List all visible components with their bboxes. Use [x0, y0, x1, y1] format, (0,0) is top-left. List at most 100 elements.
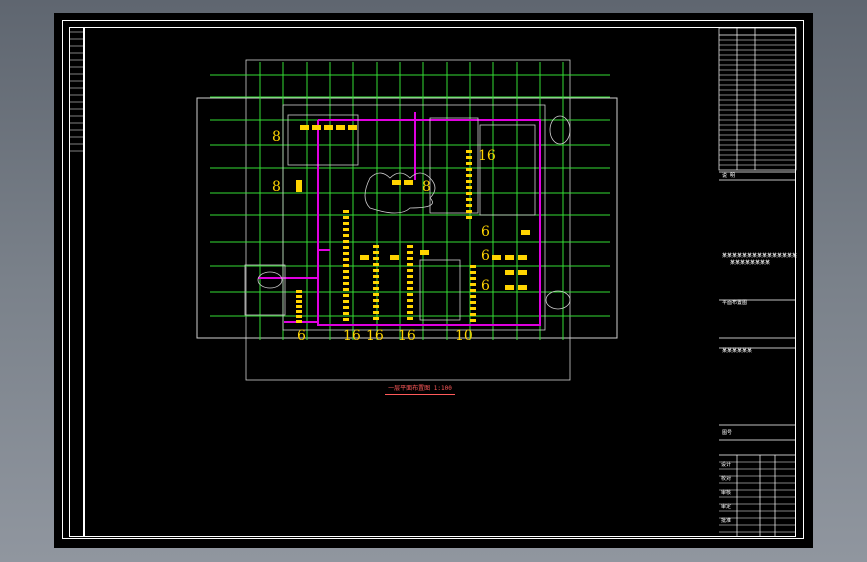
- fixture: [466, 180, 472, 183]
- fixture: [407, 287, 413, 290]
- signature-row-label: 设计: [721, 461, 731, 468]
- fixture: [466, 150, 472, 153]
- fixture: [373, 263, 379, 266]
- fixture: [466, 186, 472, 189]
- fixture: [312, 125, 321, 130]
- fixture: [373, 287, 379, 290]
- zone-number: 16: [478, 148, 496, 164]
- left-strip-row-lines: [69, 31, 84, 152]
- fixture: [373, 275, 379, 278]
- title-block-row-lines: [719, 39, 796, 533]
- fixture: [336, 125, 345, 130]
- fixture: [518, 285, 527, 290]
- fixture: [407, 317, 413, 320]
- notes-heading: 说 明: [722, 172, 735, 179]
- fixture: [296, 300, 302, 303]
- column-grid: [210, 62, 610, 340]
- fixture: [343, 252, 349, 255]
- fixture: [343, 216, 349, 219]
- fixture: [343, 258, 349, 261]
- fixture: [343, 300, 349, 303]
- signature-rows: 设计 校对 审核 审定 批准: [721, 461, 731, 524]
- fixture: [407, 263, 413, 266]
- fixture: [407, 305, 413, 308]
- fixture: [343, 294, 349, 297]
- zone-number: 10: [455, 328, 473, 344]
- drawing-number: 某某某某某某: [722, 348, 752, 354]
- fixture: [466, 204, 472, 207]
- fixture: [343, 210, 349, 213]
- fixture: [296, 320, 302, 323]
- fixture: [466, 216, 472, 219]
- fixture: [407, 281, 413, 284]
- fixture: [373, 293, 379, 296]
- fixture: [296, 186, 302, 189]
- project-line-2: 某某某某某某某某: [730, 260, 770, 266]
- fixture: [505, 285, 514, 290]
- fixture: [407, 293, 413, 296]
- signature-row-label: 审核: [721, 489, 731, 496]
- fixture: [390, 255, 399, 260]
- fixture: [343, 222, 349, 225]
- fixture: [466, 156, 472, 159]
- fixture: [296, 189, 302, 192]
- fixture: [466, 162, 472, 165]
- drawing-name: 平面布置图: [722, 299, 747, 306]
- fixture: [343, 282, 349, 285]
- fixture: [296, 180, 302, 183]
- fixture: [470, 289, 476, 292]
- fixture: [466, 192, 472, 195]
- project-line-1: 某某某某某某某某某某某某某某某: [722, 253, 797, 259]
- fixture: [466, 174, 472, 177]
- fixture: [470, 271, 476, 274]
- fixture: [470, 265, 476, 268]
- fixture: [404, 180, 413, 185]
- zone-number: 6: [481, 248, 490, 264]
- fixture: [373, 311, 379, 314]
- fixture: [373, 281, 379, 284]
- fixture: [373, 317, 379, 320]
- signature-row-label: 审定: [721, 503, 731, 510]
- fixture: [466, 168, 472, 171]
- fixture: [470, 313, 476, 316]
- drawing-caption: 一层平面布置图 1:100: [385, 384, 455, 395]
- fixture: [407, 299, 413, 302]
- zone-number: 16: [366, 328, 384, 344]
- fixture: [492, 255, 501, 260]
- fixture: [420, 250, 429, 255]
- fixture: [392, 180, 401, 185]
- fixture: [296, 305, 302, 308]
- fixture: [518, 255, 527, 260]
- fixture: [407, 269, 413, 272]
- fixture: [407, 251, 413, 254]
- fixture: [343, 318, 349, 321]
- fixture: [521, 230, 530, 235]
- zone-number: 6: [481, 278, 490, 294]
- fixture: [343, 270, 349, 273]
- zone-number: 8: [422, 179, 431, 195]
- zone-number: 8: [272, 129, 281, 145]
- fixture: [470, 295, 476, 298]
- fixture: [373, 245, 379, 248]
- fixture: [296, 183, 302, 186]
- fixture: [466, 210, 472, 213]
- title-block-lines: [718, 27, 797, 537]
- fixture: [373, 251, 379, 254]
- fixture: [343, 246, 349, 249]
- room-lines: [244, 104, 571, 331]
- fixture: [470, 307, 476, 310]
- fixture: [296, 290, 302, 293]
- signature-row-label: 批准: [721, 517, 731, 524]
- fixture: [518, 270, 527, 275]
- fixture: [343, 234, 349, 237]
- fixture: [343, 312, 349, 315]
- signature-row-label: 校对: [721, 475, 731, 482]
- fixture: [373, 305, 379, 308]
- zone-numbers: 8 8 8 16 6 6 6 6 16 16 16 10: [272, 129, 496, 344]
- zone-number: 16: [398, 328, 416, 344]
- fixture: [505, 255, 514, 260]
- fixture: [300, 125, 309, 130]
- fixture: [360, 255, 369, 260]
- fixture: [466, 198, 472, 201]
- zone-number: 6: [297, 328, 306, 344]
